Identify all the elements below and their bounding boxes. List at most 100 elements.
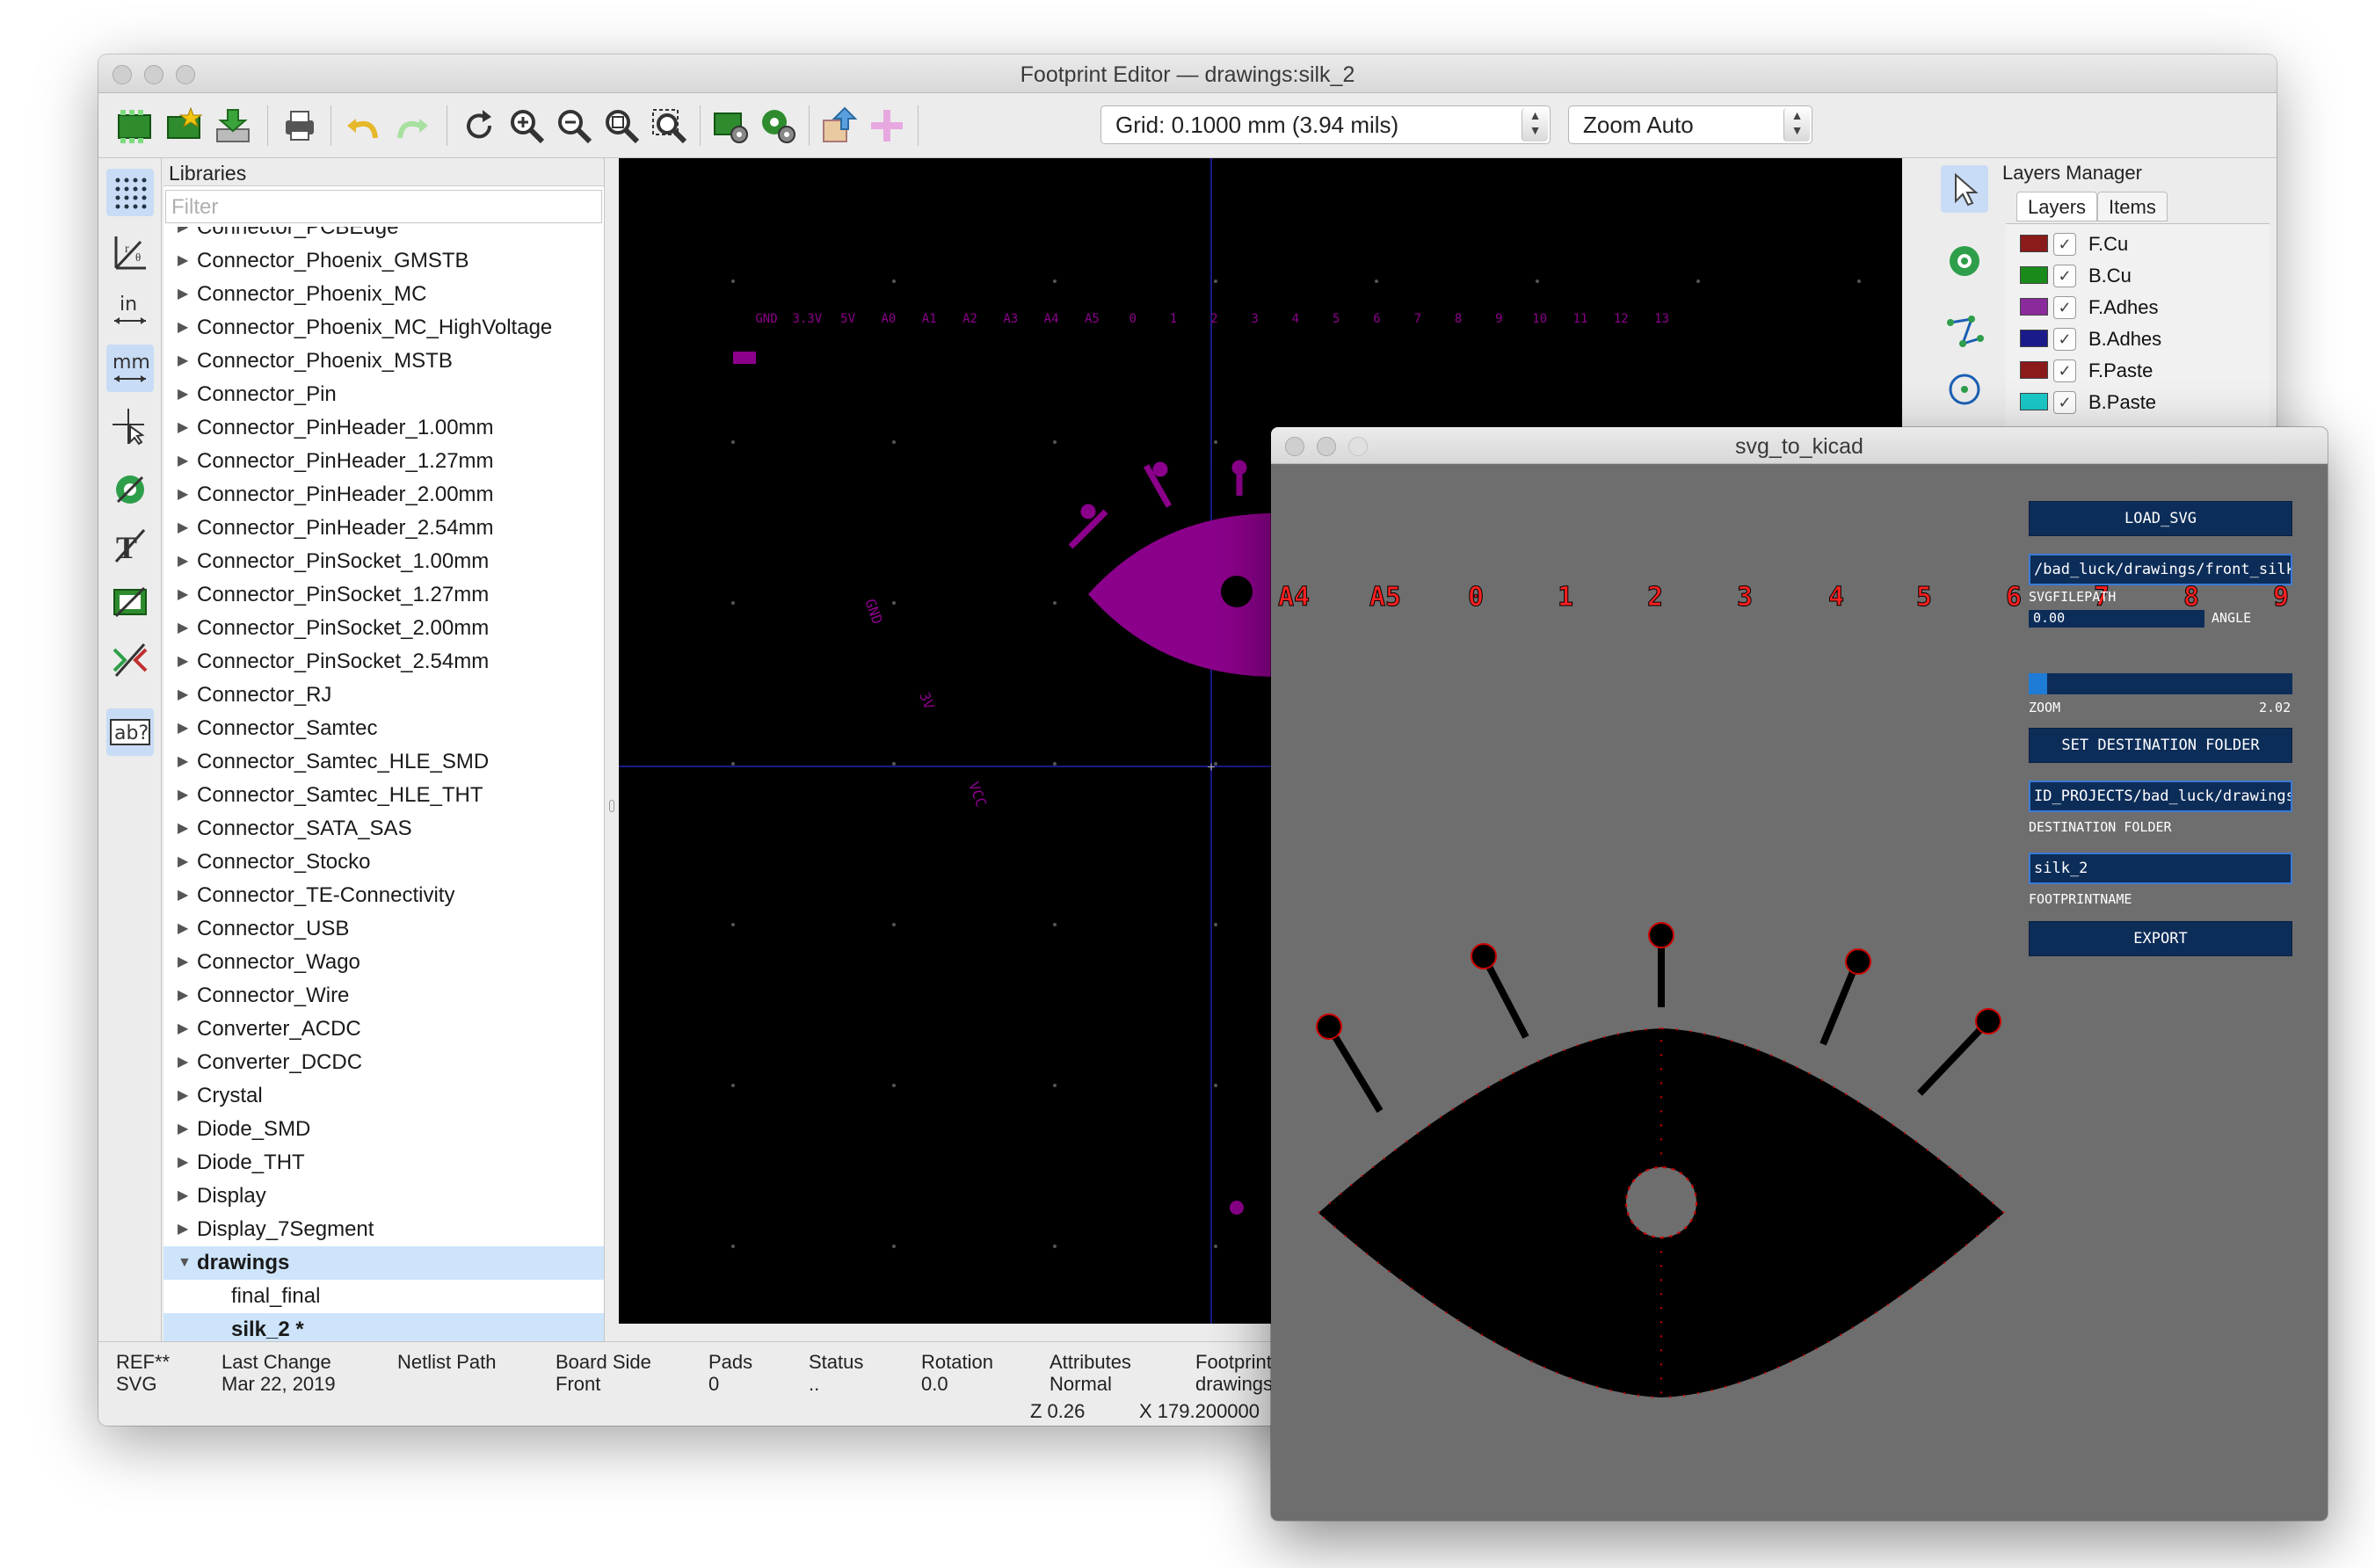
layer-color-swatch[interactable] <box>2020 266 2048 284</box>
collapsed-triangle-icon[interactable]: ▶ <box>178 779 188 812</box>
svg-filepath-input[interactable]: /bad_luck/drawings/front_silk.svg <box>2029 554 2292 585</box>
tab-layers[interactable]: Layers <box>2016 192 2098 221</box>
zoom-slider[interactable] <box>2029 673 2292 694</box>
cursor-shape-icon[interactable] <box>106 403 154 450</box>
library-item[interactable]: ▶ Connector_RJ <box>163 679 604 712</box>
print-icon[interactable] <box>278 104 322 148</box>
collapsed-triangle-icon[interactable]: ▶ <box>178 979 188 1013</box>
library-item[interactable]: ▶ Display <box>163 1180 604 1213</box>
layer-visibility-checkbox[interactable]: ✓ <box>2053 391 2076 414</box>
library-item[interactable]: ▶ Connector_Stocko <box>163 846 604 879</box>
panel-splitter[interactable] <box>606 158 618 1341</box>
footprint-item[interactable]: silk_2 * <box>163 1313 604 1341</box>
layer-visibility-checkbox[interactable]: ✓ <box>2053 296 2076 319</box>
add-pad-icon[interactable] <box>1941 237 1988 285</box>
zoom-selection-icon[interactable] <box>647 104 691 148</box>
undo-icon[interactable] <box>341 104 385 148</box>
layer-row[interactable]: ✓ F.Cu <box>2020 229 2266 259</box>
load-from-board-icon[interactable] <box>817 104 861 148</box>
silk-eye-drawing[interactable] <box>1068 460 1287 678</box>
collapsed-triangle-icon[interactable]: ▶ <box>178 578 188 612</box>
import-footprint-icon[interactable] <box>211 104 255 148</box>
library-item[interactable]: ▶ Connector_Wago <box>163 946 604 979</box>
layer-color-swatch[interactable] <box>2020 298 2048 316</box>
collapsed-triangle-icon[interactable]: ▶ <box>178 545 188 578</box>
layer-row[interactable]: ✓ F.Adhes <box>2020 293 2266 323</box>
units-mm-icon[interactable]: mm <box>106 345 154 392</box>
library-item[interactable]: ▼ drawings <box>163 1246 604 1280</box>
collapsed-triangle-icon[interactable]: ▶ <box>178 378 188 411</box>
redo-icon[interactable] <box>390 104 434 148</box>
layer-visibility-checkbox[interactable]: ✓ <box>2053 328 2076 351</box>
library-item[interactable]: ▶ Converter_ACDC <box>163 1013 604 1046</box>
zoom-out-icon[interactable] <box>552 104 596 148</box>
collapsed-triangle-icon[interactable]: ▶ <box>178 1146 188 1180</box>
collapsed-triangle-icon[interactable]: ▶ <box>178 946 188 979</box>
angle-input[interactable]: 0.00 <box>2029 610 2204 628</box>
layer-row[interactable]: ✓ B.Cu <box>2020 261 2266 291</box>
layer-color-swatch[interactable] <box>2020 235 2048 252</box>
add-circle-icon[interactable] <box>1941 366 1988 413</box>
main-titlebar[interactable]: Footprint Editor — drawings:silk_2 <box>98 54 2277 93</box>
grid-select-arrows-icon[interactable]: ▲ ▼ <box>1522 108 1548 142</box>
graphic-display-icon[interactable] <box>106 578 154 626</box>
grid-select[interactable]: Grid: 0.1000 mm (3.94 mils) ▲ ▼ <box>1100 105 1551 144</box>
library-item[interactable]: ▶ Connector_PCBEdge <box>163 227 604 244</box>
expanded-triangle-icon[interactable]: ▼ <box>178 1246 192 1280</box>
library-item[interactable]: ▶ Display_7Segment <box>163 1213 604 1246</box>
layer-row[interactable]: ✓ B.Paste <box>2020 388 2266 417</box>
collapsed-triangle-icon[interactable]: ▶ <box>178 345 188 378</box>
library-item[interactable]: ▶ Converter_DCDC <box>163 1046 604 1079</box>
collapsed-triangle-icon[interactable]: ▶ <box>178 1079 188 1113</box>
destination-folder-input[interactable]: ID_PROJECTS/bad_luck/drawings <box>2029 780 2292 812</box>
library-item[interactable]: ▶ Connector_PinSocket_1.27mm <box>163 578 604 612</box>
zoom-select[interactable]: Zoom Auto ▲ ▼ <box>1568 105 1812 144</box>
pad-settings-icon[interactable] <box>756 104 800 148</box>
footprint-item[interactable]: final_final <box>163 1280 604 1313</box>
pad-display-icon[interactable] <box>106 466 154 513</box>
library-item[interactable]: ▶ Connector_Phoenix_MC <box>163 278 604 311</box>
collapsed-triangle-icon[interactable]: ▶ <box>178 612 188 645</box>
collapsed-triangle-icon[interactable]: ▶ <box>178 227 188 244</box>
refresh-icon[interactable] <box>457 104 501 148</box>
collapsed-triangle-icon[interactable]: ▶ <box>178 512 188 545</box>
collapsed-triangle-icon[interactable]: ▶ <box>178 311 188 345</box>
layer-color-swatch[interactable] <box>2020 361 2048 379</box>
layer-visibility-checkbox[interactable]: ✓ <box>2053 359 2076 382</box>
text-tool-icon[interactable]: ab? <box>106 708 154 756</box>
library-item[interactable]: ▶ Diode_SMD <box>163 1113 604 1146</box>
zoom-in-icon[interactable] <box>505 104 548 148</box>
footprint-name-input[interactable]: silk_2 <box>2029 853 2292 884</box>
library-item[interactable]: ▶ Connector_PinHeader_2.00mm <box>163 478 604 512</box>
library-item[interactable]: ▶ Connector_Samtec <box>163 712 604 745</box>
layer-color-swatch[interactable] <box>2020 330 2048 347</box>
library-item[interactable]: ▶ Crystal <box>163 1079 604 1113</box>
library-item[interactable]: ▶ Connector_PinHeader_1.27mm <box>163 445 604 478</box>
new-footprint-wizard-icon[interactable] <box>162 104 206 148</box>
library-item[interactable]: ▶ Connector_Pin <box>163 378 604 411</box>
library-item[interactable]: ▶ Connector_PinSocket_1.00mm <box>163 545 604 578</box>
tab-items[interactable]: Items <box>2097 192 2168 221</box>
library-item[interactable]: ▶ Connector_PinHeader_2.54mm <box>163 512 604 545</box>
collapsed-triangle-icon[interactable]: ▶ <box>178 445 188 478</box>
library-item[interactable]: ▶ Connector_Phoenix_MC_HighVoltage <box>163 311 604 345</box>
grid-toggle-icon[interactable] <box>106 169 154 216</box>
library-item[interactable]: ▶ Connector_Phoenix_MSTB <box>163 345 604 378</box>
libraries-filter-input[interactable]: Filter <box>165 190 602 223</box>
layer-row[interactable]: ✓ F.Paste <box>2020 356 2266 386</box>
export-button[interactable]: EXPORT <box>2029 921 2292 956</box>
collapsed-triangle-icon[interactable]: ▶ <box>178 712 188 745</box>
collapsed-triangle-icon[interactable]: ▶ <box>178 745 188 779</box>
layer-row[interactable]: ✓ B.Adhes <box>2020 324 2266 354</box>
select-tool-icon[interactable] <box>1941 165 1988 213</box>
library-item[interactable]: ▶ Connector_Wire <box>163 979 604 1013</box>
library-item[interactable]: ▶ Connector_Samtec_HLE_THT <box>163 779 604 812</box>
collapsed-triangle-icon[interactable]: ▶ <box>178 1013 188 1046</box>
load-svg-button[interactable]: LOAD_SVG <box>2029 501 2292 536</box>
set-destination-folder-button[interactable]: SET DESTINATION FOLDER <box>2029 728 2292 763</box>
footprint-properties-icon[interactable] <box>708 104 752 148</box>
polar-coords-icon[interactable]: rθ <box>106 229 154 276</box>
collapsed-triangle-icon[interactable]: ▶ <box>178 1213 188 1246</box>
library-item[interactable]: ▶ Connector_PinHeader_1.00mm <box>163 411 604 445</box>
svg-preview[interactable] <box>1271 427 2328 1521</box>
